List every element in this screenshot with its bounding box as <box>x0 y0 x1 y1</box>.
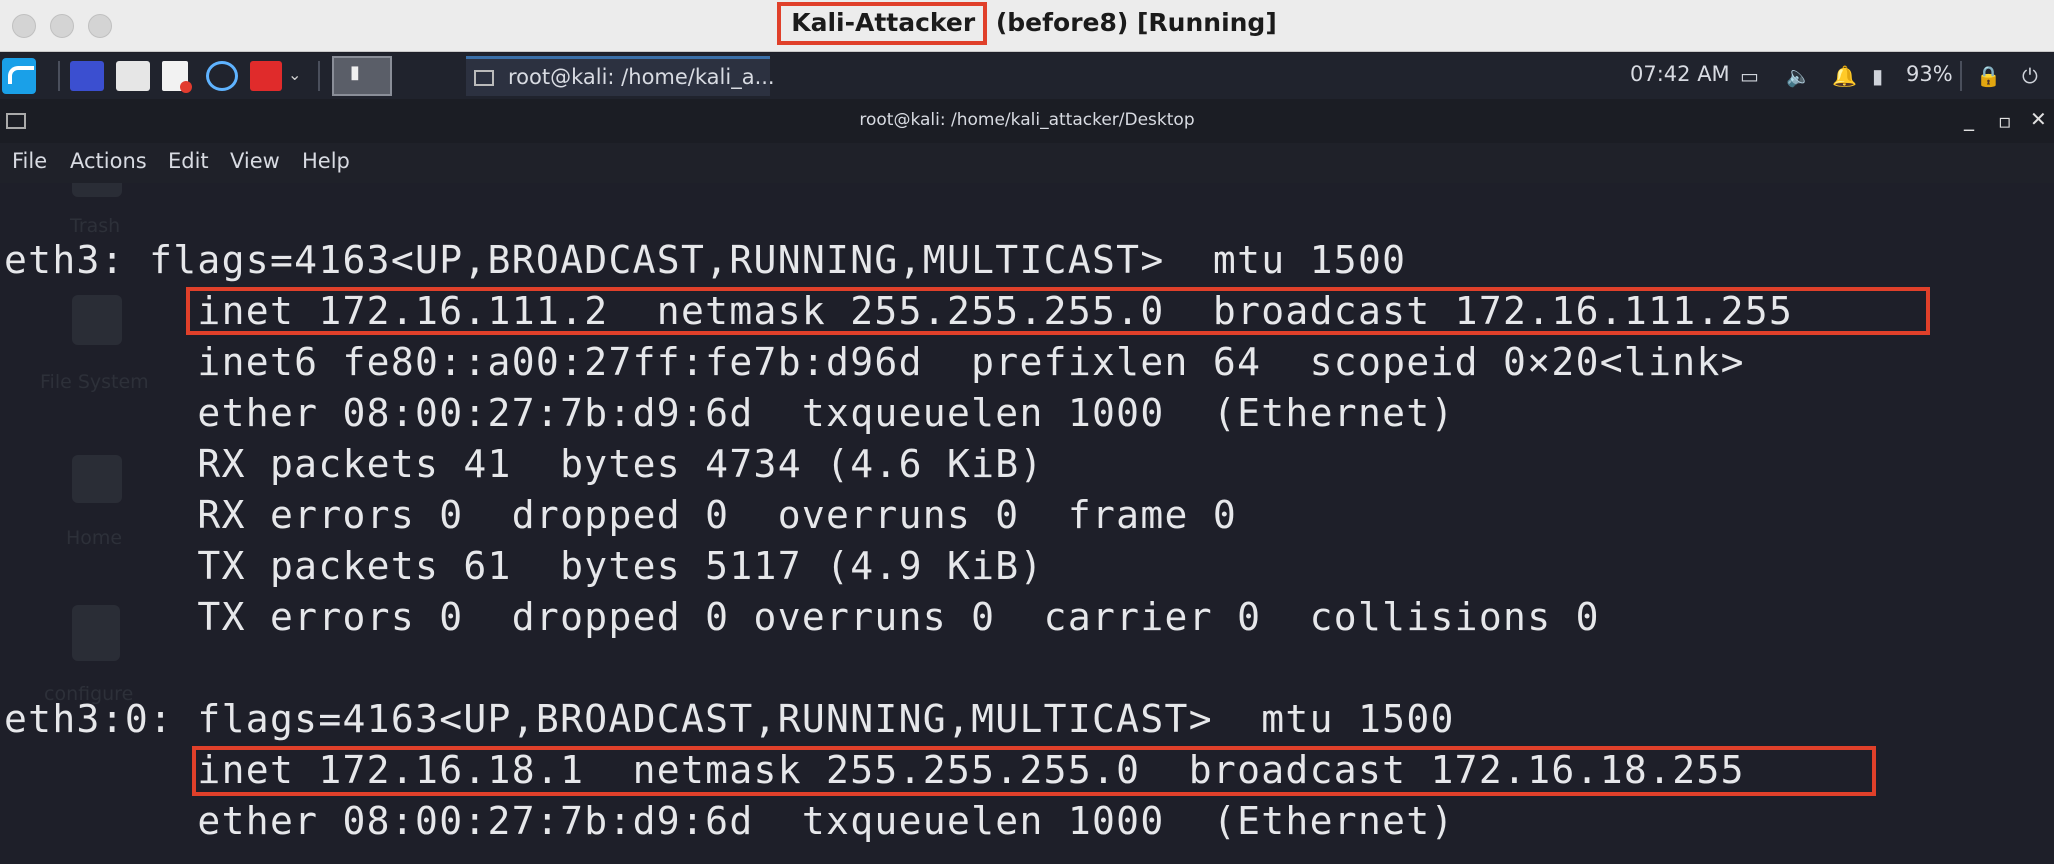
taskbar-item-label: root@kali: /home/kali_a... <box>508 65 775 89</box>
file-manager-icon[interactable] <box>116 61 150 91</box>
panel-separator <box>318 61 320 91</box>
menu-help[interactable]: Help <box>302 149 350 173</box>
display-icon[interactable]: ▭ <box>1740 64 1759 88</box>
text-editor-icon[interactable] <box>162 61 192 93</box>
browser-icon[interactable] <box>206 61 238 91</box>
desktop-label: Trash <box>70 215 121 237</box>
terminal-menubar: File Actions Edit View Help <box>0 143 2054 183</box>
clock[interactable]: 07:42 AM <box>1630 62 1730 86</box>
workspace-icon[interactable] <box>70 61 104 91</box>
terminal-icon[interactable] <box>332 56 392 96</box>
notifications-icon[interactable]: 🔔 <box>1832 64 1857 88</box>
terminal-red-icon[interactable] <box>250 61 282 91</box>
panel-separator <box>1960 61 1962 91</box>
vm-name-highlight: Kali-Attacker <box>777 2 988 45</box>
trash-icon <box>72 183 122 197</box>
panel-separator <box>58 61 60 91</box>
dropdown-chevron-icon[interactable]: ⌄ <box>288 65 302 84</box>
kali-menu-icon[interactable] <box>2 58 36 94</box>
menu-view[interactable]: View <box>230 149 280 173</box>
terminal-line: ether 08:00:27:7b:d9:6d txqueuelen 1000 … <box>4 391 1455 435</box>
vm-status: (before8) [Running] <box>987 8 1277 37</box>
terminal-window-icon <box>474 70 494 86</box>
minimize-icon[interactable]: _ <box>1964 107 1974 131</box>
kali-top-panel: ⌄ root@kali: /home/kali_a... 07:42 AM ▭ … <box>0 53 2054 99</box>
menu-file[interactable]: File <box>12 149 47 173</box>
terminal-line: eth3:0: flags=4163<UP,BROADCAST,RUNNING,… <box>4 697 1455 741</box>
terminal-line: inet6 fe80::a00:27ff:fe7b:d96d prefixlen… <box>4 340 1745 384</box>
terminal-window-titlebar: root@kali: /home/kali_attacker/Desktop _… <box>0 99 2054 143</box>
terminal-window-title: root@kali: /home/kali_attacker/Desktop <box>859 110 1195 130</box>
inet-highlight-eth3 <box>186 287 1930 335</box>
menu-actions[interactable]: Actions <box>70 149 147 173</box>
battery-level: 93% <box>1906 62 1953 86</box>
taskbar-item-terminal[interactable]: root@kali: /home/kali_a... <box>466 56 775 96</box>
vm-window-title: Kali-Attacker (before8) [Running] <box>0 2 2054 45</box>
lock-icon[interactable]: 🔒 <box>1976 64 2001 88</box>
inet-highlight-eth3-0 <box>192 746 1876 796</box>
terminal-line: TX errors 0 dropped 0 overruns 0 carrier… <box>4 595 1600 639</box>
power-icon[interactable]: ⏻ <box>2022 64 2038 88</box>
volume-icon[interactable]: 🔈 <box>1786 64 1811 88</box>
battery-icon[interactable]: ▮ <box>1872 64 1883 88</box>
menu-edit[interactable]: Edit <box>168 149 209 173</box>
terminal-line: eth3: flags=4163<UP,BROADCAST,RUNNING,MU… <box>4 238 1407 282</box>
terminal-output[interactable]: Trash File System Home configure eth3: f… <box>0 183 2054 864</box>
close-icon[interactable]: ✕ <box>2030 107 2047 131</box>
terminal-line: ether 08:00:27:7b:d9:6d txqueuelen 1000 … <box>4 799 1455 843</box>
maximize-icon[interactable]: ▫ <box>1998 109 2012 133</box>
vm-window-titlebar: Kali-Attacker (before8) [Running] <box>0 0 2054 52</box>
terminal-line: RX errors 0 dropped 0 overruns 0 frame 0 <box>4 493 1238 537</box>
terminal-line: RX packets 41 bytes 4734 (4.6 KiB) <box>4 442 1044 486</box>
terminal-line: TX packets 61 bytes 5117 (4.9 KiB) <box>4 544 1044 588</box>
